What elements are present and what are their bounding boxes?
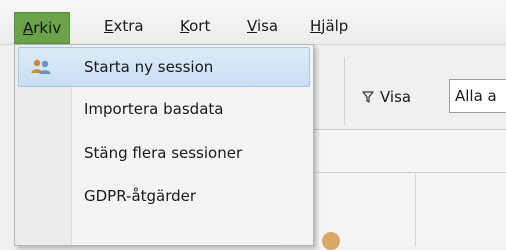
toolbar-separator [344,57,345,125]
menu-kort[interactable]: Kort [172,11,218,41]
menu-item-label: Importera basdata [84,100,224,118]
column-divider [415,173,416,246]
menu-item-stang-flera-sessioner[interactable]: Stäng flera sessioner [18,133,310,173]
menu-arkiv-rest: rkiv [33,19,62,37]
menu-item-label: Starta ny session [84,58,214,76]
menu-hjalp[interactable]: Hjälp [302,11,356,41]
menu-item-label: GDPR-åtgärder [84,187,197,205]
menu-hjalp-mnemonic: H [310,17,322,35]
menu-arkiv[interactable]: Arkiv [14,12,71,44]
users-icon [31,59,51,74]
filter-label: Visa [380,88,412,106]
menu-item-importera-basdata[interactable]: Importera basdata [18,89,310,129]
arkiv-dropdown-menu: Starta ny session Importera basdata Stän… [14,44,314,246]
menu-item-starta-ny-session[interactable]: Starta ny session [18,47,310,87]
filter-select[interactable]: Alla a [449,79,506,113]
funnel-icon[interactable] [362,91,374,103]
menu-visa-mnemonic: V [247,17,257,35]
menu-extra[interactable]: Extra [96,11,152,41]
partial-icon [322,232,340,250]
menu-bar: Arkiv Extra Kort Visa Hjälp [0,0,506,45]
menu-kort-rest: ort [189,17,211,35]
menu-item-gdpr-atgarder[interactable]: GDPR-åtgärder [18,176,310,216]
menu-kort-mnemonic: K [180,17,190,35]
menu-item-label: Stäng flera sessioner [84,144,243,162]
menu-extra-rest: xtra [113,17,144,35]
menu-visa-rest: isa [256,17,279,35]
menu-arkiv-mnemonic: A [23,19,34,37]
menu-hjalp-rest: jälp [321,17,349,35]
menu-visa[interactable]: Visa [239,11,286,41]
